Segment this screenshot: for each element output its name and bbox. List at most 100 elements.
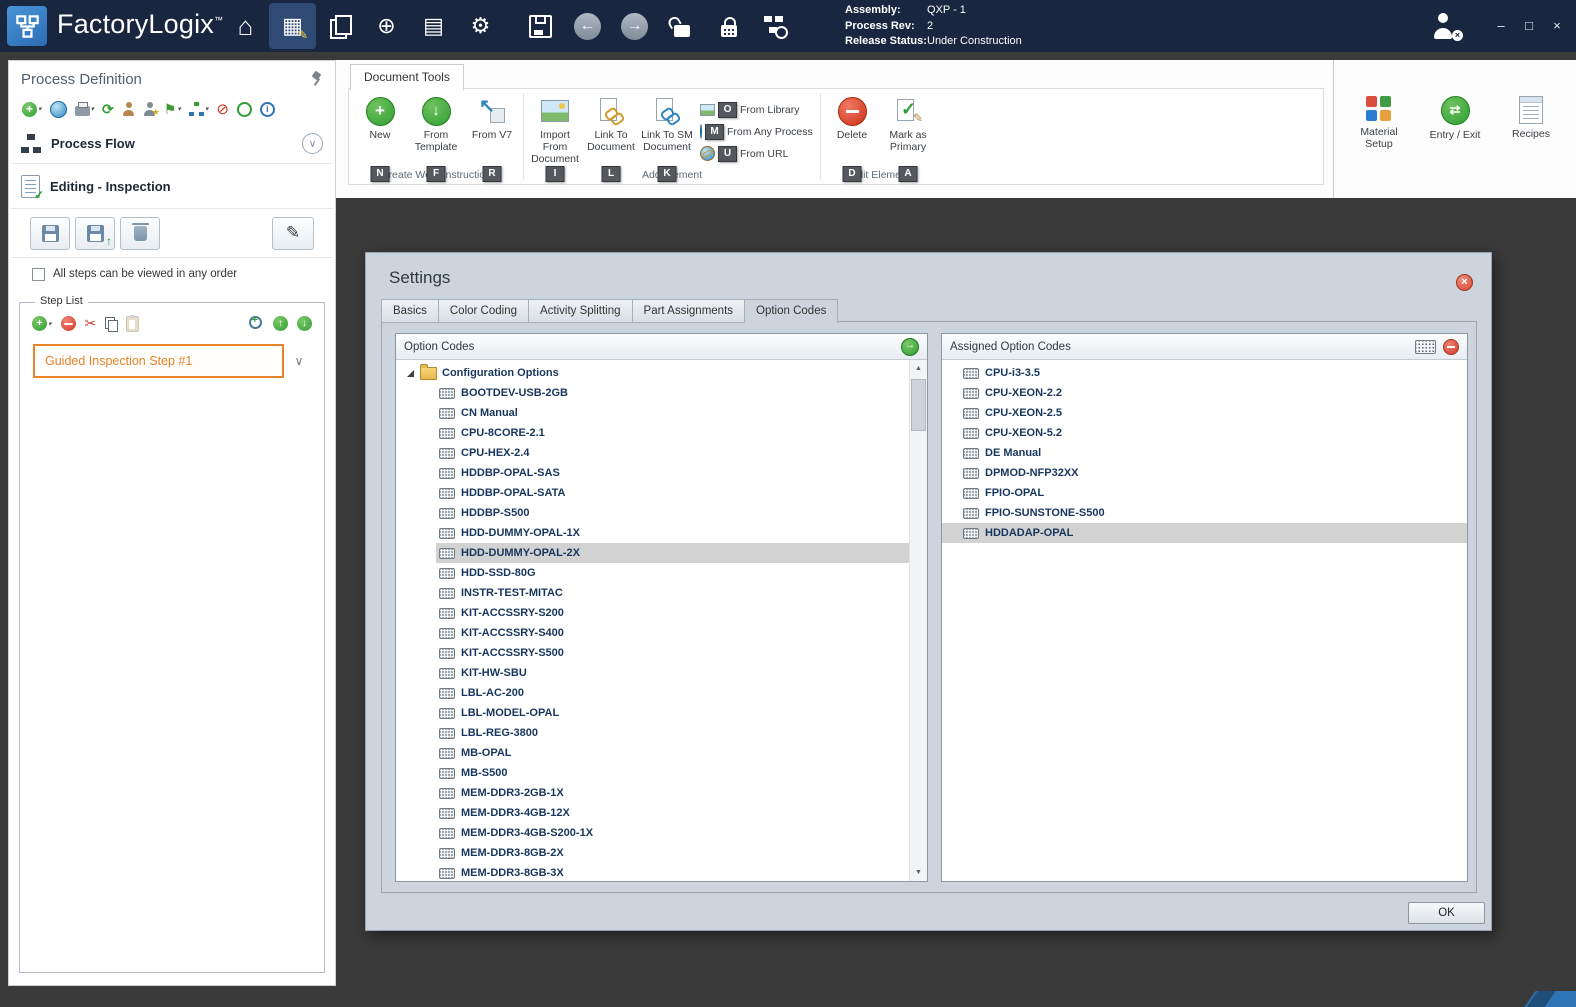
option-code-item[interactable]: MB-OPAL bbox=[436, 743, 910, 763]
option-code-item[interactable]: MB-S500 bbox=[436, 763, 910, 783]
paste-icon[interactable] bbox=[126, 316, 139, 332]
sync-icon[interactable]: ⟳ bbox=[102, 101, 114, 118]
option-code-item[interactable]: HDDBP-S500 bbox=[436, 503, 910, 523]
remove-assigned-button[interactable] bbox=[1443, 339, 1459, 355]
flag-dropdown-icon[interactable]: ⚑▾ bbox=[164, 101, 181, 118]
save-icon[interactable] bbox=[517, 3, 564, 49]
any-order-checkbox[interactable] bbox=[32, 268, 45, 281]
back-icon[interactable]: ← bbox=[564, 3, 611, 49]
option-code-item[interactable]: CN Manual bbox=[436, 403, 910, 423]
option-code-item[interactable]: BOOTDEV-USB-2GB bbox=[436, 383, 910, 403]
from-template-button[interactable]: ↓ From Template F bbox=[409, 92, 463, 169]
tab-document-tools[interactable]: Document Tools bbox=[350, 64, 464, 91]
move-down-icon[interactable]: ↓ bbox=[297, 316, 312, 331]
option-code-item[interactable]: HDDBP-OPAL-SATA bbox=[436, 483, 910, 503]
recipes-button[interactable]: Recipes bbox=[1500, 96, 1562, 198]
news-icon[interactable]: ▤ bbox=[410, 3, 457, 49]
option-code-item[interactable]: KIT-ACCSSRY-S500 bbox=[436, 643, 910, 663]
save-export-button[interactable]: ↑ bbox=[75, 217, 115, 250]
assigned-code-item[interactable]: HDDADAP-OPAL bbox=[942, 523, 1467, 543]
pin-icon[interactable] bbox=[311, 72, 323, 86]
assigned-code-item[interactable]: CPU-XEON-5.2 bbox=[942, 423, 1467, 443]
ok-button[interactable]: OK bbox=[1408, 902, 1485, 924]
delete-button[interactable] bbox=[120, 217, 160, 250]
lock-keypad-icon[interactable] bbox=[705, 3, 752, 49]
assigned-code-item[interactable]: CPU-XEON-2.5 bbox=[942, 403, 1467, 423]
expander-icon[interactable] bbox=[407, 370, 414, 377]
settings-tab[interactable]: Activity Splitting bbox=[528, 299, 633, 323]
option-code-item[interactable]: HDD-SSD-80G bbox=[436, 563, 910, 583]
mark-as-primary-button[interactable]: ✓✎ Mark as Primary A bbox=[881, 92, 935, 169]
zoom-selection-icon[interactable] bbox=[249, 316, 264, 331]
option-code-item[interactable]: HDD-DUMMY-OPAL-2X bbox=[436, 543, 910, 563]
user-permission-icon[interactable] bbox=[122, 102, 135, 116]
target-icon[interactable]: ⊕ bbox=[363, 3, 410, 49]
assigned-code-item[interactable]: DE Manual bbox=[942, 443, 1467, 463]
work-instructions-icon[interactable]: ▦✎ bbox=[269, 3, 316, 49]
editing-item[interactable]: Editing - Inspection bbox=[9, 164, 335, 208]
from-v7-button[interactable]: From V7 R bbox=[465, 92, 519, 169]
record-icon[interactable] bbox=[237, 102, 252, 117]
documents-icon[interactable] bbox=[316, 3, 363, 49]
option-code-item[interactable]: KIT-ACCSSRY-S200 bbox=[436, 603, 910, 623]
assigned-code-item[interactable]: FPIO-SUNSTONE-S500 bbox=[942, 503, 1467, 523]
vertical-scrollbar[interactable]: ▲ ▼ bbox=[909, 360, 927, 881]
option-code-item[interactable]: HDD-DUMMY-OPAL-1X bbox=[436, 523, 910, 543]
process-flow-item[interactable]: Process Flow ∨ bbox=[9, 123, 335, 163]
remove-step-icon[interactable] bbox=[61, 316, 76, 331]
maximize-button[interactable]: □ bbox=[1520, 16, 1538, 34]
unlock-icon[interactable] bbox=[658, 3, 705, 49]
option-code-item[interactable]: KIT-ACCSSRY-S400 bbox=[436, 623, 910, 643]
add-step-dropdown-icon[interactable]: +▾ bbox=[32, 316, 52, 331]
scroll-down-icon[interactable]: ▼ bbox=[910, 864, 927, 881]
assign-option-code-button[interactable]: → bbox=[901, 338, 919, 356]
link-to-sm-document-button[interactable]: Link To SM Document K bbox=[640, 92, 694, 169]
gear-icon[interactable]: ⚙ bbox=[457, 3, 504, 49]
material-setup-button[interactable]: Material Setup bbox=[1348, 96, 1410, 198]
option-code-item[interactable]: INSTR-TEST-MITAC bbox=[436, 583, 910, 603]
sign-edit-button[interactable]: ✎ bbox=[272, 217, 314, 250]
option-code-item[interactable]: MEM-DDR3-4GB-S200-1X bbox=[436, 823, 910, 843]
import-from-document-button[interactable]: Import From Document I bbox=[528, 92, 582, 169]
option-code-item[interactable]: LBL-REG-3800 bbox=[436, 723, 910, 743]
option-code-item[interactable]: HDDBP-OPAL-SAS bbox=[436, 463, 910, 483]
assigned-code-item[interactable]: CPU-XEON-2.2 bbox=[942, 383, 1467, 403]
copy-icon[interactable] bbox=[105, 317, 117, 331]
scroll-thumb[interactable] bbox=[911, 379, 926, 431]
from-any-process-button[interactable]: M From Any Process bbox=[700, 123, 812, 140]
step-item[interactable]: Guided Inspection Step #1 bbox=[33, 344, 284, 378]
option-code-item[interactable]: MEM-DDR3-4GB-12X bbox=[436, 803, 910, 823]
assigned-code-item[interactable]: CPU-i3-3.5 bbox=[942, 363, 1467, 383]
cut-icon[interactable]: ✂ bbox=[85, 315, 97, 332]
entry-exit-button[interactable]: ⇄ Entry / Exit bbox=[1424, 96, 1486, 198]
from-url-button[interactable]: U From URL bbox=[700, 145, 812, 162]
chevron-down-icon[interactable]: ∨ bbox=[284, 354, 314, 368]
minimize-button[interactable]: – bbox=[1492, 16, 1510, 34]
settings-tab[interactable]: Basics bbox=[381, 299, 439, 323]
option-code-item[interactable]: MEM-DDR3-2GB-1X bbox=[436, 783, 910, 803]
block-icon[interactable]: ⊘ bbox=[216, 100, 229, 118]
close-button[interactable]: × bbox=[1548, 16, 1566, 34]
option-code-item[interactable]: CPU-HEX-2.4 bbox=[436, 443, 910, 463]
scroll-up-icon[interactable]: ▲ bbox=[910, 360, 927, 377]
delete-element-button[interactable]: Delete D bbox=[825, 92, 879, 169]
process-search-icon[interactable] bbox=[752, 3, 799, 49]
option-code-item[interactable]: KIT-HW-SBU bbox=[436, 663, 910, 683]
forward-icon[interactable]: → bbox=[611, 3, 658, 49]
from-library-button[interactable]: O From Library bbox=[700, 101, 812, 118]
dialog-close-icon[interactable]: × bbox=[1456, 274, 1473, 291]
option-code-item[interactable]: LBL-AC-200 bbox=[436, 683, 910, 703]
settings-tab[interactable]: Color Coding bbox=[438, 299, 529, 323]
home-icon[interactable]: ⌂ bbox=[222, 3, 269, 49]
collapse-icon[interactable]: ∨ bbox=[302, 133, 323, 154]
user-star-icon[interactable]: ★ bbox=[143, 102, 156, 116]
save-button[interactable] bbox=[30, 217, 70, 250]
option-code-item[interactable]: MEM-DDR3-8GB-3X bbox=[436, 863, 910, 881]
keyboard-entry-button[interactable] bbox=[1415, 340, 1436, 354]
add-dropdown-icon[interactable]: +▾ bbox=[22, 102, 42, 117]
org-tree-dropdown-icon[interactable]: ▾ bbox=[189, 102, 209, 116]
new-button[interactable]: + New N bbox=[353, 92, 407, 169]
assigned-code-item[interactable]: DPMOD-NFP32XX bbox=[942, 463, 1467, 483]
user-logout-icon[interactable]: × bbox=[1430, 13, 1458, 39]
globe-icon[interactable] bbox=[50, 101, 67, 118]
